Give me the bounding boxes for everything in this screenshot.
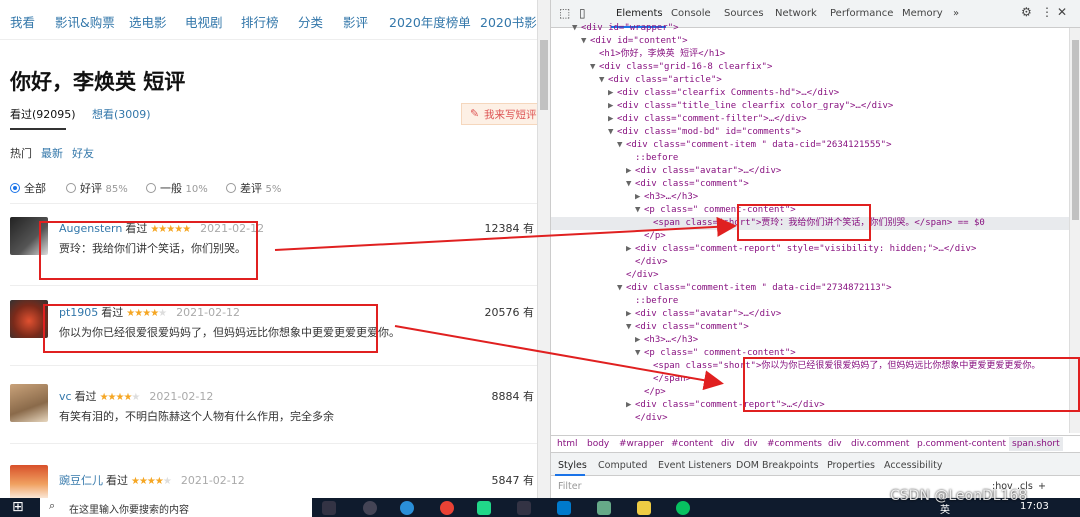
annotation-arrows [274,216,737,391]
pycharm-icon[interactable] [477,501,491,515]
chrome-icon[interactable] [440,501,454,515]
app-icon[interactable] [597,501,611,515]
edge-icon[interactable] [400,501,414,515]
windows-start-icon[interactable]: ⊞ [12,499,24,515]
terminal-icon[interactable] [517,501,531,515]
vscode-icon[interactable] [557,501,571,515]
watermark: CSDN @LeonDL168 [890,488,1028,504]
arrow-line [274,216,737,251]
app-icon[interactable] [637,501,651,515]
arrow-line [394,325,724,391]
search-icon: ⌕ [49,499,56,512]
search-app-icon[interactable] [363,501,377,515]
taskbar-search[interactable]: ⌕ 在这里输入你要搜索的内容 [40,498,312,517]
wechat-icon[interactable] [676,501,690,515]
task-view-icon[interactable] [322,501,336,515]
